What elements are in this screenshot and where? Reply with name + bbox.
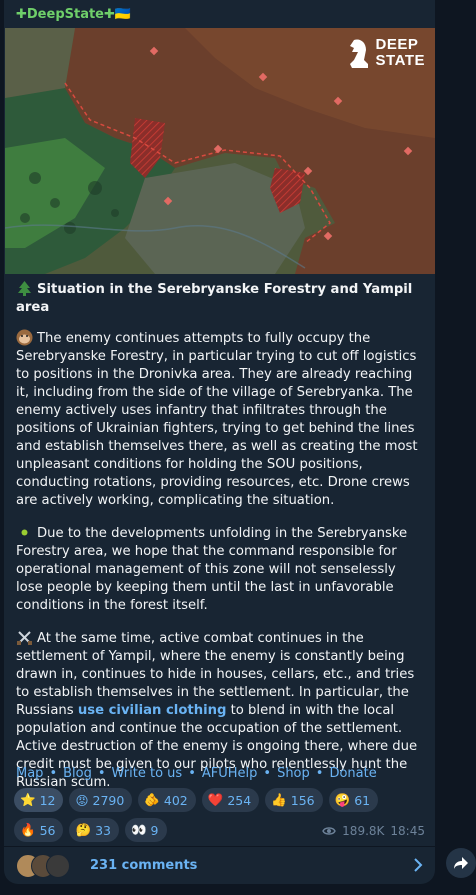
chevron-right-icon xyxy=(414,858,423,872)
logo-line1: DEEP xyxy=(375,36,419,53)
paragraph-2-text: Due to the developments unfolding in the… xyxy=(16,526,408,613)
crossed-swords-icon xyxy=(17,631,32,645)
pointing-hand-icon: 🫵 xyxy=(144,792,160,807)
view-count: 189.8K xyxy=(342,824,385,838)
zany-face-icon: 🤪 xyxy=(334,792,351,807)
monkey-face-icon xyxy=(16,329,33,346)
eye-icon xyxy=(322,827,336,835)
paragraph-1-text: The enemy continues attempts to fully oc… xyxy=(16,331,418,508)
reaction-fire[interactable]: 🔥 56 xyxy=(14,818,64,842)
comments-label: 231 comments xyxy=(90,858,198,873)
reaction-count: 56 xyxy=(39,822,56,838)
thinking-face-icon: 🤔 xyxy=(75,822,92,837)
reaction-thinking[interactable]: 🤔 33 xyxy=(69,818,119,842)
message-meta: 189.8K 18:45 xyxy=(322,824,425,838)
separator-dot: • xyxy=(188,766,196,781)
map-link[interactable]: Map xyxy=(16,766,43,781)
share-arrow-icon xyxy=(454,857,468,869)
bottom-strip xyxy=(0,885,476,895)
paragraph-2: Due to the developments unfolding in the… xyxy=(16,524,426,615)
comments-button[interactable]: 231 comments xyxy=(4,847,435,884)
reaction-count: 254 xyxy=(227,792,252,808)
logo-line2: STATE xyxy=(375,52,425,69)
write-to-us-link[interactable]: Write to us xyxy=(112,766,183,781)
star-icon: ⭐ xyxy=(20,792,36,807)
eyes-icon: 👀 xyxy=(130,822,147,837)
post-text: Situation in the Serebryanske Forestry a… xyxy=(16,280,426,806)
reaction-count: 12 xyxy=(39,792,56,808)
message-bubble: ✚DeepState✚🇺🇦 DEEP STATE Situation in th… xyxy=(4,0,435,884)
reaction-count: 33 xyxy=(95,822,111,838)
civilian-clothing-link[interactable]: use civilian clothing xyxy=(78,703,227,718)
share-button[interactable] xyxy=(446,848,476,878)
afuhelp-link[interactable]: AFUHelp xyxy=(202,766,258,781)
map-image[interactable]: DEEP STATE xyxy=(5,28,435,274)
reaction-count: 402 xyxy=(163,792,188,808)
reaction-zany[interactable]: 🤪 61 xyxy=(328,788,379,812)
green-dot-icon xyxy=(21,529,28,536)
angry-face-icon: 😡 xyxy=(75,792,89,808)
fire-icon: 🔥 xyxy=(20,822,36,837)
shop-link[interactable]: Shop xyxy=(277,766,310,781)
reaction-pointing[interactable]: 🫵 402 xyxy=(138,788,196,812)
avatar xyxy=(46,853,70,878)
message-time: 18:45 xyxy=(390,824,425,838)
commenter-avatars xyxy=(16,853,86,878)
reaction-count: 156 xyxy=(290,792,315,808)
post-headline: Situation in the Serebryanske Forestry a… xyxy=(16,280,426,317)
reaction-eyes[interactable]: 👀 9 xyxy=(124,818,167,842)
reaction-heart[interactable]: ❤️ 254 xyxy=(201,788,260,812)
donate-link[interactable]: Donate xyxy=(329,766,376,781)
reaction-star[interactable]: ⭐ 12 xyxy=(14,788,64,812)
footer-links: Map • Blog • Write to us • AFUHelp • Shop • Donate xyxy=(16,766,377,781)
reaction-angry[interactable]: 😡 2790 xyxy=(69,788,133,812)
deepstate-logo: DEEP STATE xyxy=(346,36,425,70)
separator-dot: • xyxy=(315,766,324,781)
reaction-thumbs-up[interactable]: 👍 156 xyxy=(265,788,323,812)
blog-link[interactable]: Blog xyxy=(63,766,92,781)
channel-name[interactable]: ✚DeepState✚🇺🇦 xyxy=(16,7,131,22)
thumbs-up-icon: 👍 xyxy=(271,792,287,807)
chess-knight-icon xyxy=(349,39,368,68)
headline-text: Situation in the Serebryanske Forestry a… xyxy=(16,282,413,315)
separator-dot: • xyxy=(49,766,58,781)
separator-dot: • xyxy=(263,766,272,781)
pine-tree-icon xyxy=(18,281,31,296)
reaction-count: 2790 xyxy=(92,792,125,808)
heart-icon: ❤️ xyxy=(207,792,224,807)
separator-dot: • xyxy=(97,766,106,781)
paragraph-1: The enemy continues attempts to fully oc… xyxy=(16,329,426,510)
reaction-count: 61 xyxy=(354,792,371,808)
reaction-count: 9 xyxy=(150,822,159,838)
